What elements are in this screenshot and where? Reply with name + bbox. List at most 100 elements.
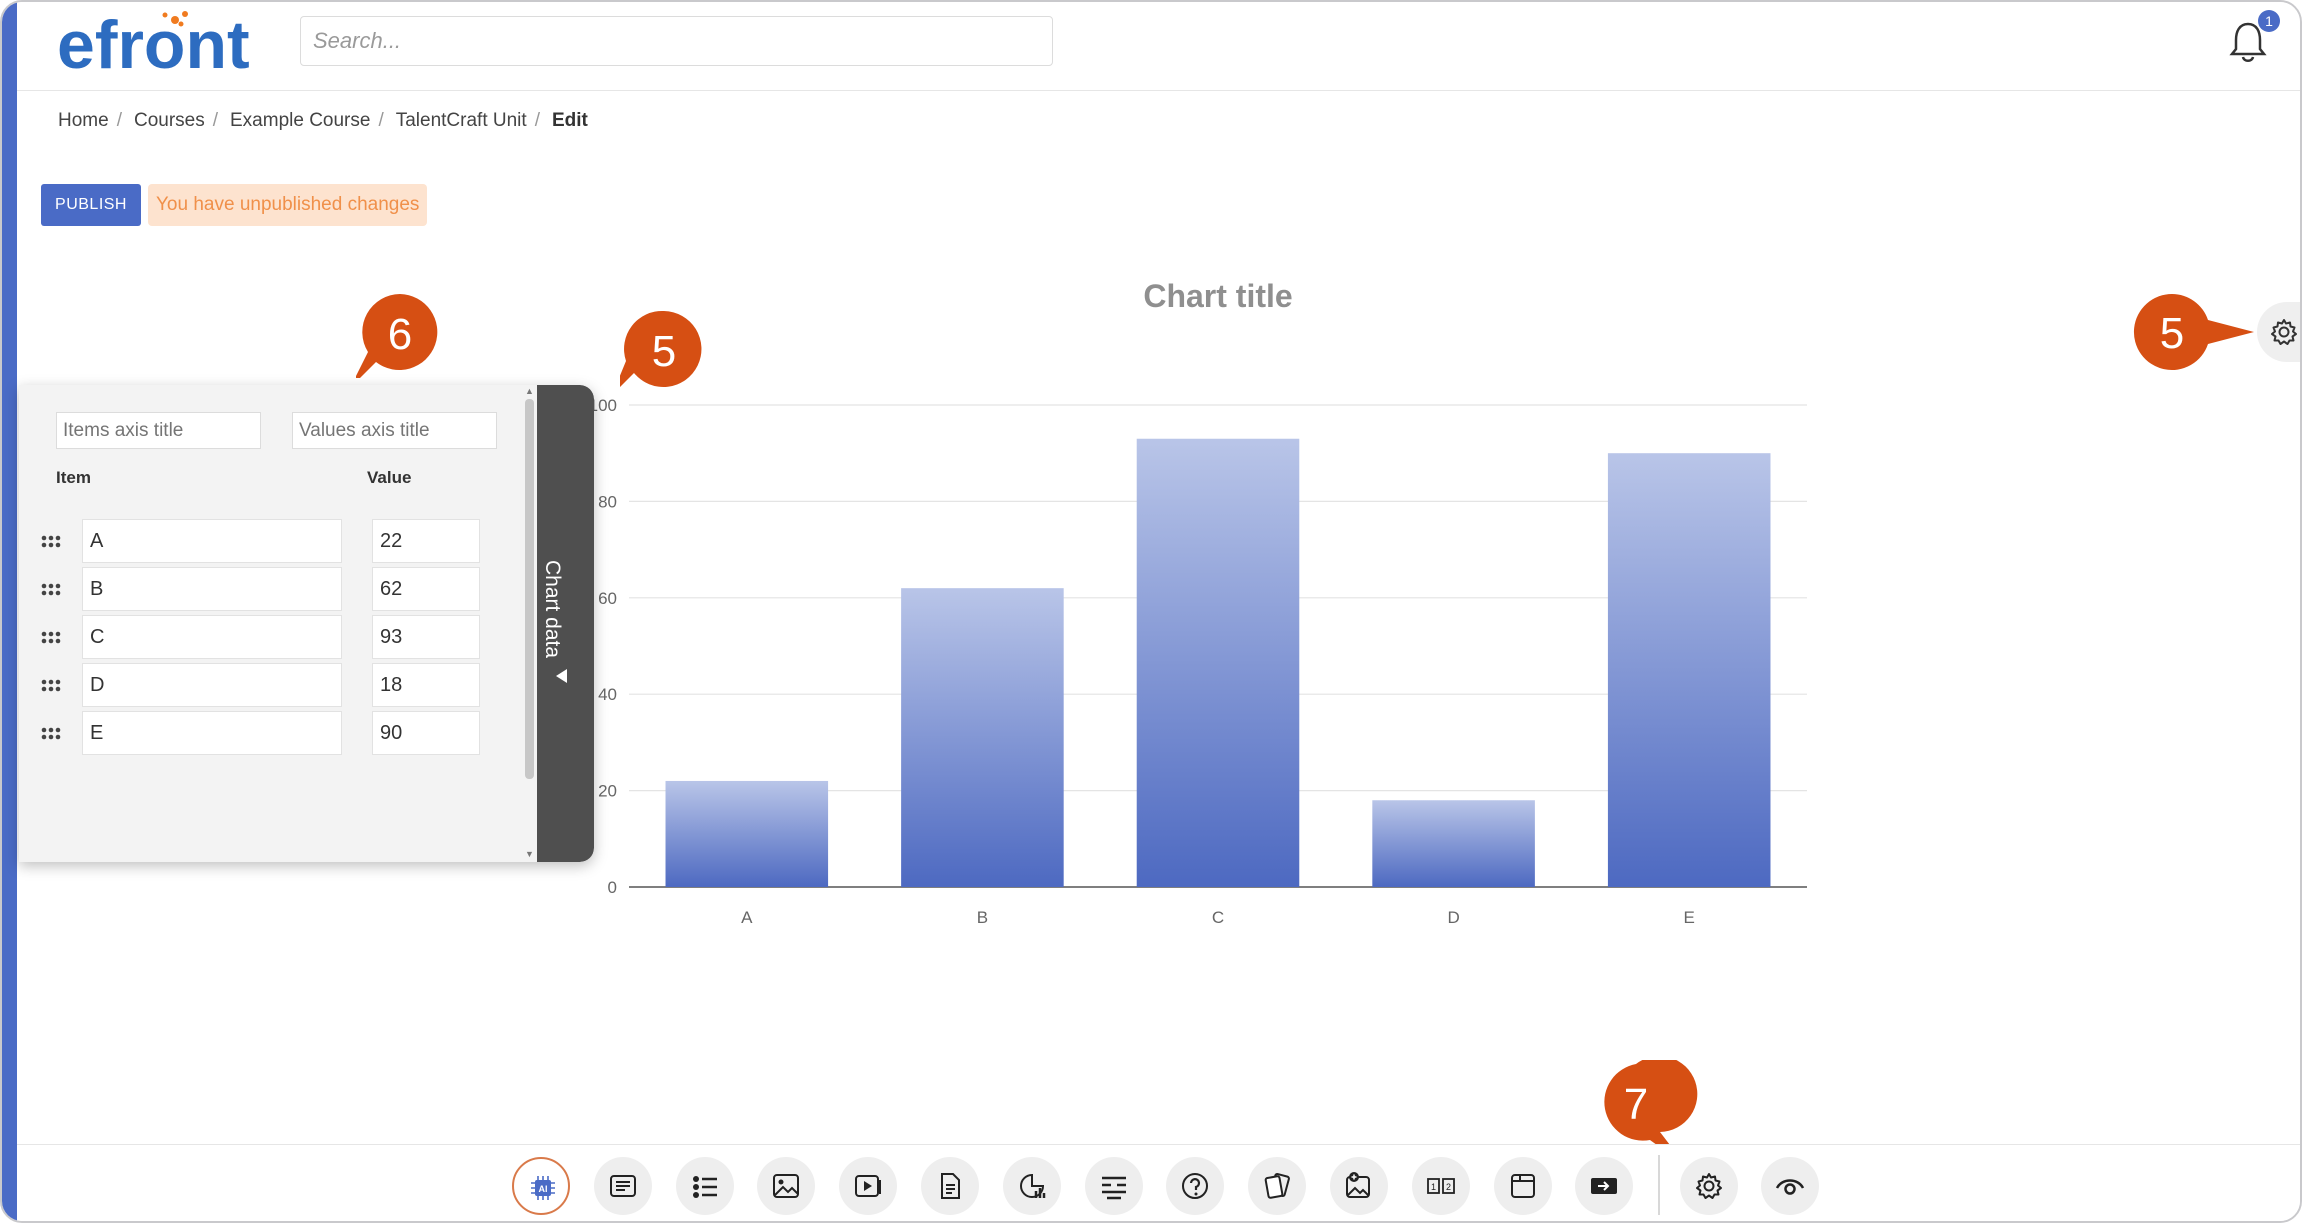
breadcrumb-separator: / <box>534 110 540 131</box>
item-input[interactable] <box>82 519 342 563</box>
toolbar-divider <box>1658 1155 1660 1215</box>
drag-handle-icon[interactable] <box>41 727 61 741</box>
ai-button[interactable]: AI <box>512 1157 570 1215</box>
bar-d[interactable] <box>1372 800 1535 887</box>
fill-blanks-icon <box>1101 1176 1126 1200</box>
top-bar: efront 1 <box>17 2 2300 91</box>
svg-text:1: 1 <box>1431 1182 1436 1192</box>
item-input[interactable] <box>82 663 342 707</box>
breadcrumb-link[interactable]: Home <box>58 110 109 132</box>
x-tick-label: C <box>1212 908 1224 927</box>
app-window: efront 1 Home / Courses / Example Course / Tal… <box>0 0 2302 1223</box>
next-slide-icon <box>1591 1178 1618 1194</box>
left-accent-bar <box>2 2 17 1221</box>
bar-c[interactable] <box>1136 438 1300 887</box>
logo-text: efront <box>57 7 250 82</box>
bar-chart: Chart title020406080100A B C D E <box>589 278 1807 927</box>
breadcrumb-separator: / <box>116 110 122 131</box>
item-input[interactable] <box>82 711 342 755</box>
value-input[interactable] <box>372 711 480 755</box>
y-tick-label: 80 <box>598 492 617 511</box>
item-input[interactable] <box>82 615 342 659</box>
ordering-icon: 12 <box>1426 1178 1455 1194</box>
y-tick-label: 60 <box>598 589 617 608</box>
drag-handle-icon[interactable] <box>41 679 61 693</box>
breadcrumb-separator: / <box>212 110 218 131</box>
chart-title[interactable]: Chart title <box>1143 278 1292 314</box>
chart-icon <box>1019 1173 1046 1198</box>
settings-icon <box>1696 1173 1722 1199</box>
image-hotspot-block-button[interactable] <box>1330 1157 1388 1215</box>
annotation-marker-6: 6 <box>356 294 438 378</box>
annotation-marker-5-chart: 5 <box>620 310 702 387</box>
text-block-icon <box>609 1175 636 1197</box>
flashcards-block-button[interactable] <box>1248 1157 1307 1215</box>
list-icon <box>692 1176 717 1198</box>
bar-e[interactable] <box>1607 453 1771 887</box>
item-input[interactable] <box>82 567 342 611</box>
video-block-button[interactable] <box>839 1157 898 1215</box>
values-axis-title-input[interactable] <box>292 412 497 449</box>
gear-icon <box>2271 319 2297 345</box>
scroll-down-arrow-icon[interactable]: ▼ <box>525 850 534 859</box>
drag-handle-icon[interactable] <box>41 631 61 645</box>
embed-window-icon <box>1510 1174 1535 1198</box>
efront-logo[interactable]: efront <box>57 6 297 82</box>
question-block-button[interactable] <box>1166 1157 1225 1215</box>
preview-icon <box>1775 1179 1805 1195</box>
chart-data-toggle-tab[interactable]: Chart data <box>537 385 594 862</box>
drag-handle-icon[interactable] <box>41 535 61 549</box>
x-tick-label: B <box>977 908 988 927</box>
image-icon <box>773 1174 800 1198</box>
breadcrumb-link[interactable]: TalentCraft Unit <box>396 110 527 132</box>
document-block-button[interactable] <box>921 1157 979 1215</box>
question-icon <box>1182 1173 1209 1199</box>
chart-settings-button[interactable] <box>2257 302 2300 362</box>
bar-a[interactable] <box>665 780 829 887</box>
value-input[interactable] <box>372 519 480 563</box>
items-axis-title-input[interactable] <box>56 412 261 449</box>
search-input[interactable] <box>300 16 1053 66</box>
document-icon <box>941 1173 960 1199</box>
list-block-button[interactable] <box>675 1157 734 1215</box>
unit-settings-button[interactable] <box>1680 1157 1738 1215</box>
data-row <box>19 519 537 567</box>
y-tick-label: 0 <box>608 878 617 897</box>
embed-block-button[interactable] <box>1493 1157 1552 1215</box>
value-input[interactable] <box>372 663 480 707</box>
video-icon <box>855 1175 882 1197</box>
panel-scrollbar[interactable]: ▲ ▼ <box>522 385 536 862</box>
text-block-button[interactable] <box>593 1157 652 1215</box>
chart-data-form: Item Value <box>19 385 537 862</box>
data-row <box>19 567 537 615</box>
scrollbar-thumb[interactable] <box>525 399 534 779</box>
image-block-button[interactable] <box>757 1157 816 1215</box>
preview-button[interactable] <box>1761 1157 1819 1215</box>
chart-block-button[interactable] <box>1002 1157 1061 1215</box>
y-tick-label: 40 <box>598 685 617 704</box>
breadcrumb-link[interactable]: Courses <box>134 110 205 132</box>
annotation-marker-label: 7 <box>1624 1080 1648 1129</box>
breadcrumb-link[interactable]: Example Course <box>230 110 370 132</box>
ordering-block-button[interactable]: 12 <box>1411 1157 1470 1215</box>
image-hotspot-icon <box>1346 1172 1370 1198</box>
value-input[interactable] <box>372 615 480 659</box>
svg-text:AI: AI <box>539 1184 548 1194</box>
x-tick-label: D <box>1447 908 1459 927</box>
bar-b[interactable] <box>901 588 1064 887</box>
value-input[interactable] <box>372 567 480 611</box>
value-column-header: Value <box>367 468 412 487</box>
notification-badge: 1 <box>2258 10 2280 32</box>
drag-handle-icon[interactable] <box>41 583 61 597</box>
scroll-up-arrow-icon[interactable]: ▲ <box>525 387 534 396</box>
data-row <box>19 711 537 759</box>
publish-button[interactable]: PUBLISH <box>41 184 141 226</box>
annotation-marker-5-settings: 5 <box>2133 293 2254 370</box>
annotation-marker-label: 5 <box>2160 309 2184 358</box>
x-tick-label: A <box>741 908 753 927</box>
breadcrumb: Home / Courses / Example Course / TalentCraft … <box>58 110 588 132</box>
flashcards-icon <box>1264 1172 1291 1199</box>
next-slide-button[interactable] <box>1575 1157 1634 1215</box>
data-row <box>19 663 537 711</box>
fill-blanks-block-button[interactable] <box>1084 1157 1143 1215</box>
